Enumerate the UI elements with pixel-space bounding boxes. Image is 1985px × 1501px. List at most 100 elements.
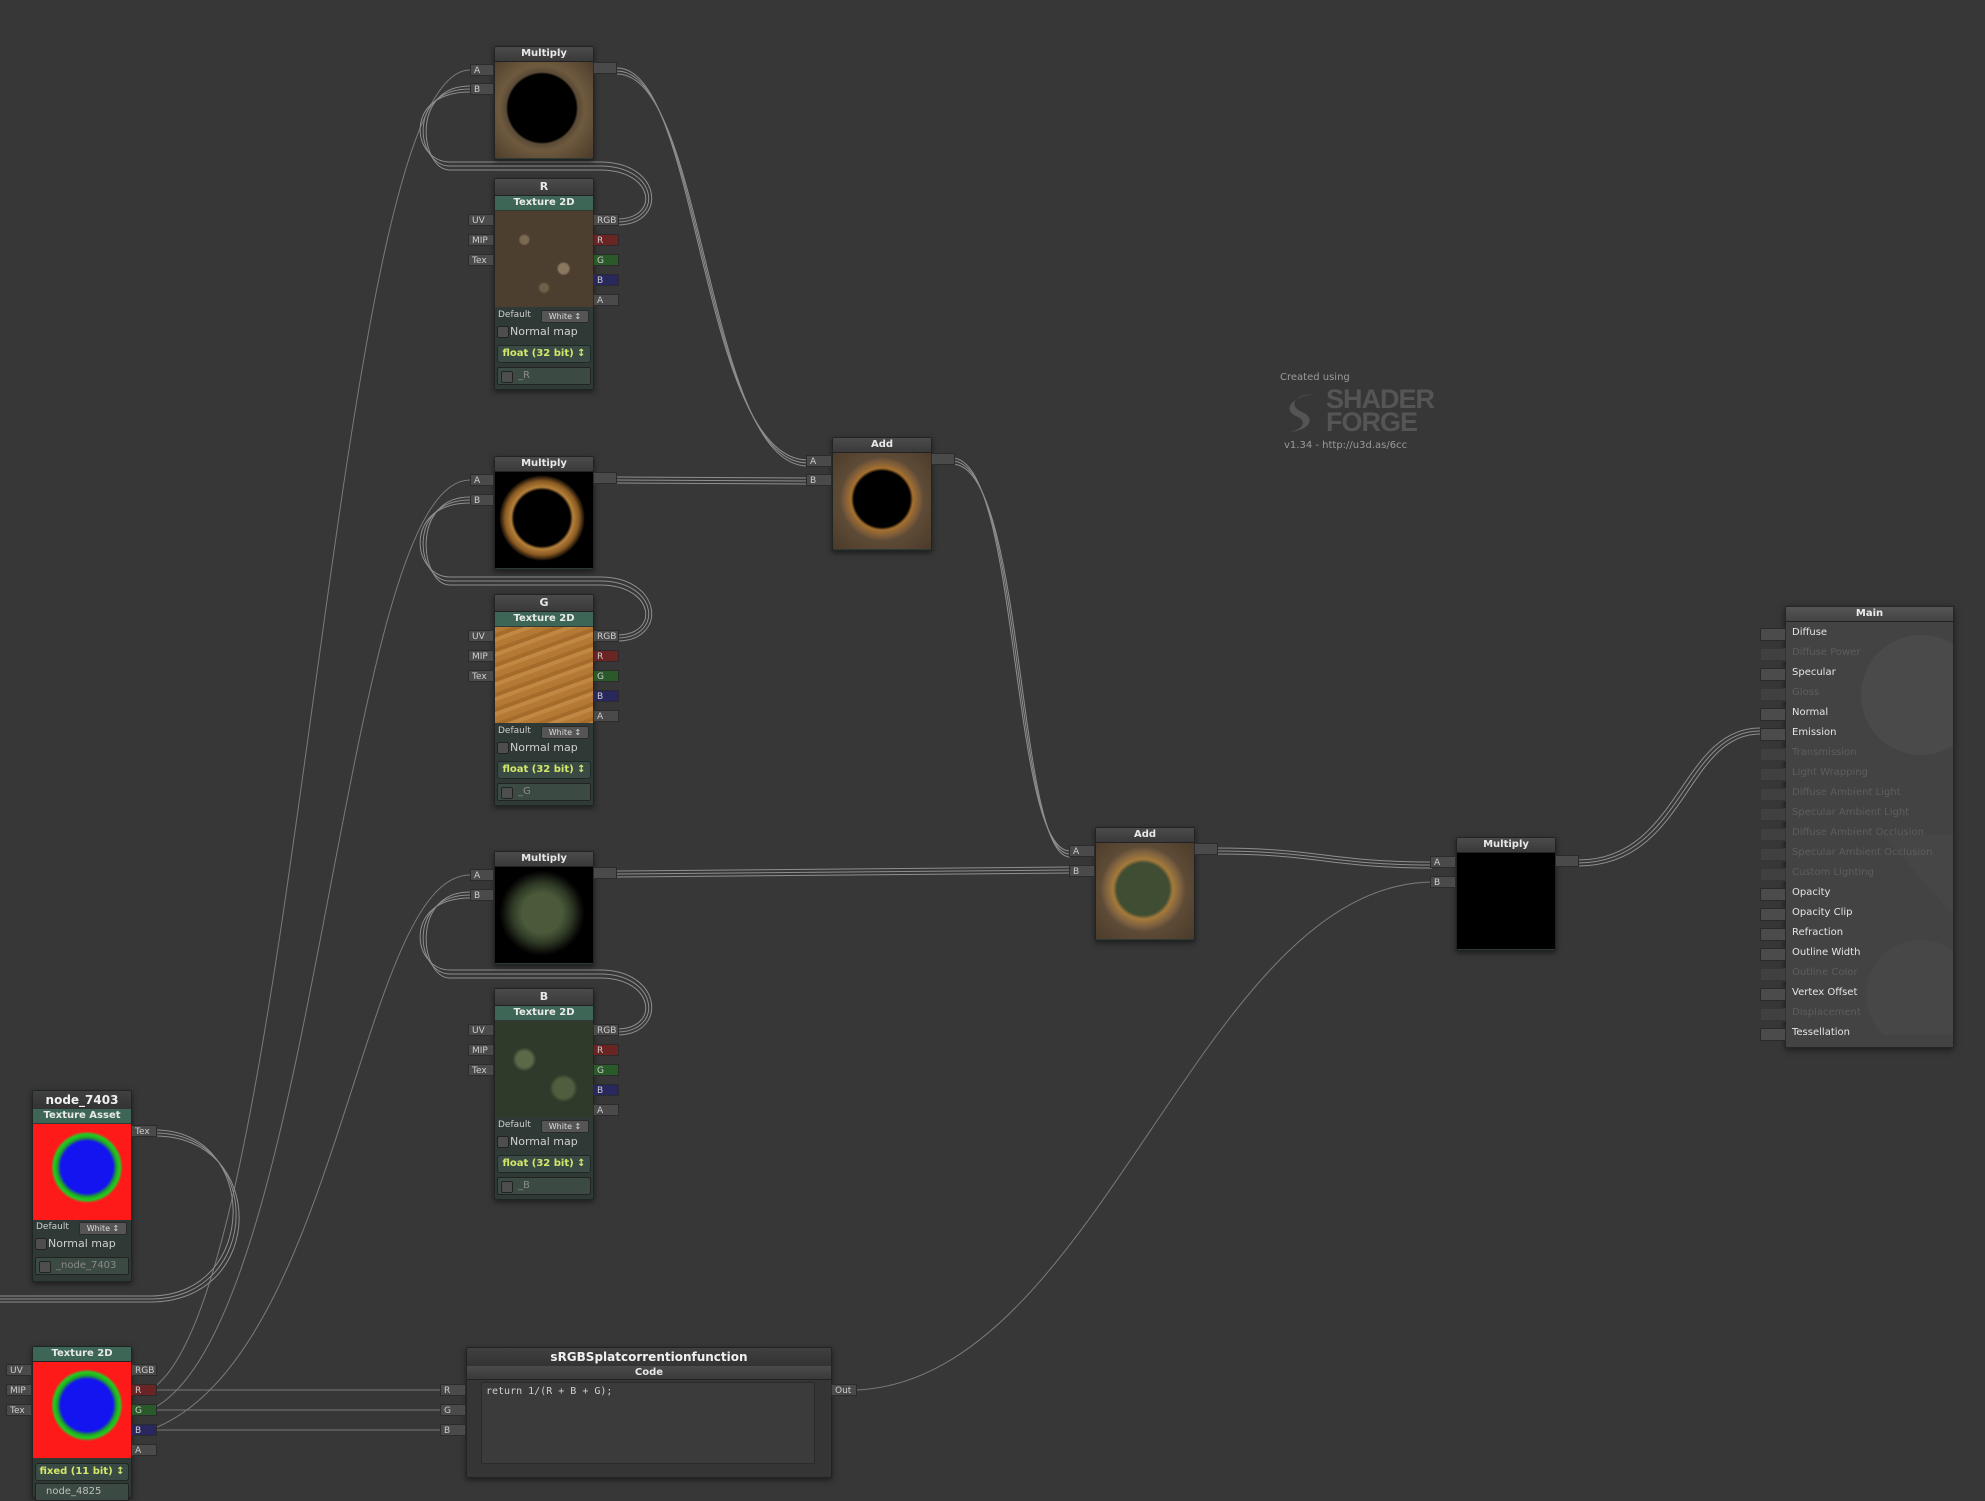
main-input-port[interactable]: [1760, 708, 1786, 721]
main-input-port[interactable]: [1760, 868, 1786, 881]
precision-dropdown[interactable]: float (32 bit) ↕: [497, 1155, 591, 1173]
main-input-port[interactable]: [1760, 888, 1786, 901]
main-input-port[interactable]: [1760, 968, 1786, 981]
multiply-node-1[interactable]: Multiply: [494, 46, 594, 160]
multiply1-input-a[interactable]: A: [470, 64, 494, 76]
variable-name-field[interactable]: node_4825: [35, 1483, 129, 1501]
precision-dropdown[interactable]: float (32 bit) ↕: [497, 761, 591, 779]
texB-output-rgb[interactable]: RGB: [593, 1024, 619, 1036]
add2-input-b[interactable]: B: [1069, 865, 1095, 877]
multiply-final-input-b[interactable]: B: [1430, 876, 1456, 888]
texG-output-g[interactable]: G: [593, 670, 619, 682]
main-input-port[interactable]: [1760, 788, 1786, 801]
main-output-node[interactable]: Main Diffuse Diffuse Power Specular Gloss No…: [1760, 606, 1954, 1048]
multiply3-input-b[interactable]: B: [470, 889, 494, 901]
multiply3-output[interactable]: [593, 867, 617, 879]
texG-output-r[interactable]: R: [593, 650, 619, 662]
texG-input-uv[interactable]: UV: [468, 630, 494, 642]
add-node-1[interactable]: Add: [832, 437, 932, 551]
multiply2-input-a[interactable]: A: [470, 474, 494, 486]
texture2d-node-4825[interactable]: Texture 2D fixed (11 bit) ↕ node_4825: [32, 1346, 132, 1501]
tex2d-output-r[interactable]: R: [131, 1384, 157, 1396]
multiply-node-2[interactable]: Multiply: [494, 456, 594, 570]
multiply-final-input-a[interactable]: A: [1430, 856, 1456, 868]
add1-input-a[interactable]: A: [806, 455, 832, 467]
normal-map-checkbox[interactable]: [497, 742, 509, 754]
main-input-port[interactable]: [1760, 808, 1786, 821]
variable-name-field[interactable]: _node_7403: [35, 1257, 129, 1275]
default-dropdown[interactable]: White ↕: [79, 1222, 127, 1235]
texG-input-tex[interactable]: Tex: [468, 670, 494, 682]
tex2d-output-g[interactable]: G: [131, 1404, 157, 1416]
tex2d-output-b[interactable]: B: [131, 1424, 157, 1436]
variable-name-field[interactable]: _B: [497, 1177, 591, 1195]
asset-output-tex[interactable]: Tex: [131, 1125, 157, 1137]
add1-input-b[interactable]: B: [806, 474, 832, 486]
texR-input-uv[interactable]: UV: [468, 214, 494, 226]
texR-output-rgb[interactable]: RGB: [593, 214, 619, 226]
main-input-port[interactable]: [1760, 748, 1786, 761]
multiply1-output[interactable]: [593, 62, 617, 74]
add1-output[interactable]: [931, 453, 955, 465]
multiply-node-3[interactable]: Multiply: [494, 851, 594, 965]
variable-name-field[interactable]: _G: [497, 783, 591, 801]
texB-output-g[interactable]: G: [593, 1064, 619, 1076]
main-input-port[interactable]: [1760, 1008, 1786, 1021]
main-input-port[interactable]: [1760, 768, 1786, 781]
main-input-port[interactable]: [1760, 948, 1786, 961]
texR-output-r[interactable]: R: [593, 234, 619, 246]
texture2d-node-r[interactable]: R Texture 2D Default White ↕ Normal map …: [494, 178, 594, 390]
main-input-port[interactable]: [1760, 728, 1786, 741]
main-input-port[interactable]: [1760, 928, 1786, 941]
texB-input-mip[interactable]: MIP: [468, 1044, 494, 1056]
multiply-final-output[interactable]: [1555, 855, 1579, 867]
multiply3-input-a[interactable]: A: [470, 869, 494, 881]
default-dropdown[interactable]: White ↕: [541, 726, 589, 739]
main-input-port[interactable]: [1760, 988, 1786, 1001]
tex2d-input-tex[interactable]: Tex: [6, 1404, 32, 1416]
texB-output-a[interactable]: A: [593, 1104, 619, 1116]
main-input-port[interactable]: [1760, 688, 1786, 701]
texR-output-a[interactable]: A: [593, 294, 619, 306]
texB-input-uv[interactable]: UV: [468, 1024, 494, 1036]
texture-asset-node[interactable]: node_7403 Texture Asset Default White ↕ …: [32, 1090, 132, 1282]
texture2d-node-g[interactable]: G Texture 2D Default White ↕ Normal map …: [494, 594, 594, 806]
texR-output-b[interactable]: B: [593, 274, 619, 286]
func-input-b[interactable]: B: [440, 1424, 466, 1436]
texB-input-tex[interactable]: Tex: [468, 1064, 494, 1076]
default-dropdown[interactable]: White ↕: [541, 1120, 589, 1133]
precision-dropdown[interactable]: float (32 bit) ↕: [497, 345, 591, 363]
texR-input-mip[interactable]: MIP: [468, 234, 494, 246]
exposed-checkbox[interactable]: [501, 371, 513, 383]
main-input-port[interactable]: [1760, 848, 1786, 861]
texB-output-r[interactable]: R: [593, 1044, 619, 1056]
texR-input-tex[interactable]: Tex: [468, 254, 494, 266]
add2-output[interactable]: [1194, 843, 1218, 855]
func-input-r[interactable]: R: [440, 1384, 466, 1396]
tex2d-input-uv[interactable]: UV: [6, 1364, 32, 1376]
exposed-checkbox[interactable]: [501, 1181, 513, 1193]
main-input-port[interactable]: [1760, 908, 1786, 921]
texR-output-g[interactable]: G: [593, 254, 619, 266]
function-code-editor[interactable]: return 1/(R + B + G);: [481, 1382, 815, 1464]
tex2d-output-rgb[interactable]: RGB: [131, 1364, 157, 1376]
variable-name-field[interactable]: _R: [497, 367, 591, 385]
exposed-checkbox[interactable]: [39, 1261, 51, 1273]
code-function-node[interactable]: sRGBSplatcorrentionfunction Code return …: [466, 1347, 832, 1478]
normal-map-checkbox[interactable]: [497, 1136, 509, 1148]
func-output[interactable]: Out: [831, 1384, 857, 1396]
exposed-checkbox[interactable]: [501, 787, 513, 799]
main-input-port[interactable]: [1760, 828, 1786, 841]
texG-output-b[interactable]: B: [593, 690, 619, 702]
texG-input-mip[interactable]: MIP: [468, 650, 494, 662]
main-input-port[interactable]: [1760, 628, 1786, 641]
main-input-port[interactable]: [1760, 668, 1786, 681]
add-node-2[interactable]: Add: [1095, 827, 1195, 941]
texG-output-a[interactable]: A: [593, 710, 619, 722]
texG-output-rgb[interactable]: RGB: [593, 630, 619, 642]
multiply-node-final[interactable]: Multiply: [1456, 837, 1556, 951]
multiply2-output[interactable]: [593, 472, 617, 484]
multiply2-input-b[interactable]: B: [470, 494, 494, 506]
normal-map-checkbox[interactable]: [35, 1238, 47, 1250]
default-dropdown[interactable]: White ↕: [541, 310, 589, 323]
